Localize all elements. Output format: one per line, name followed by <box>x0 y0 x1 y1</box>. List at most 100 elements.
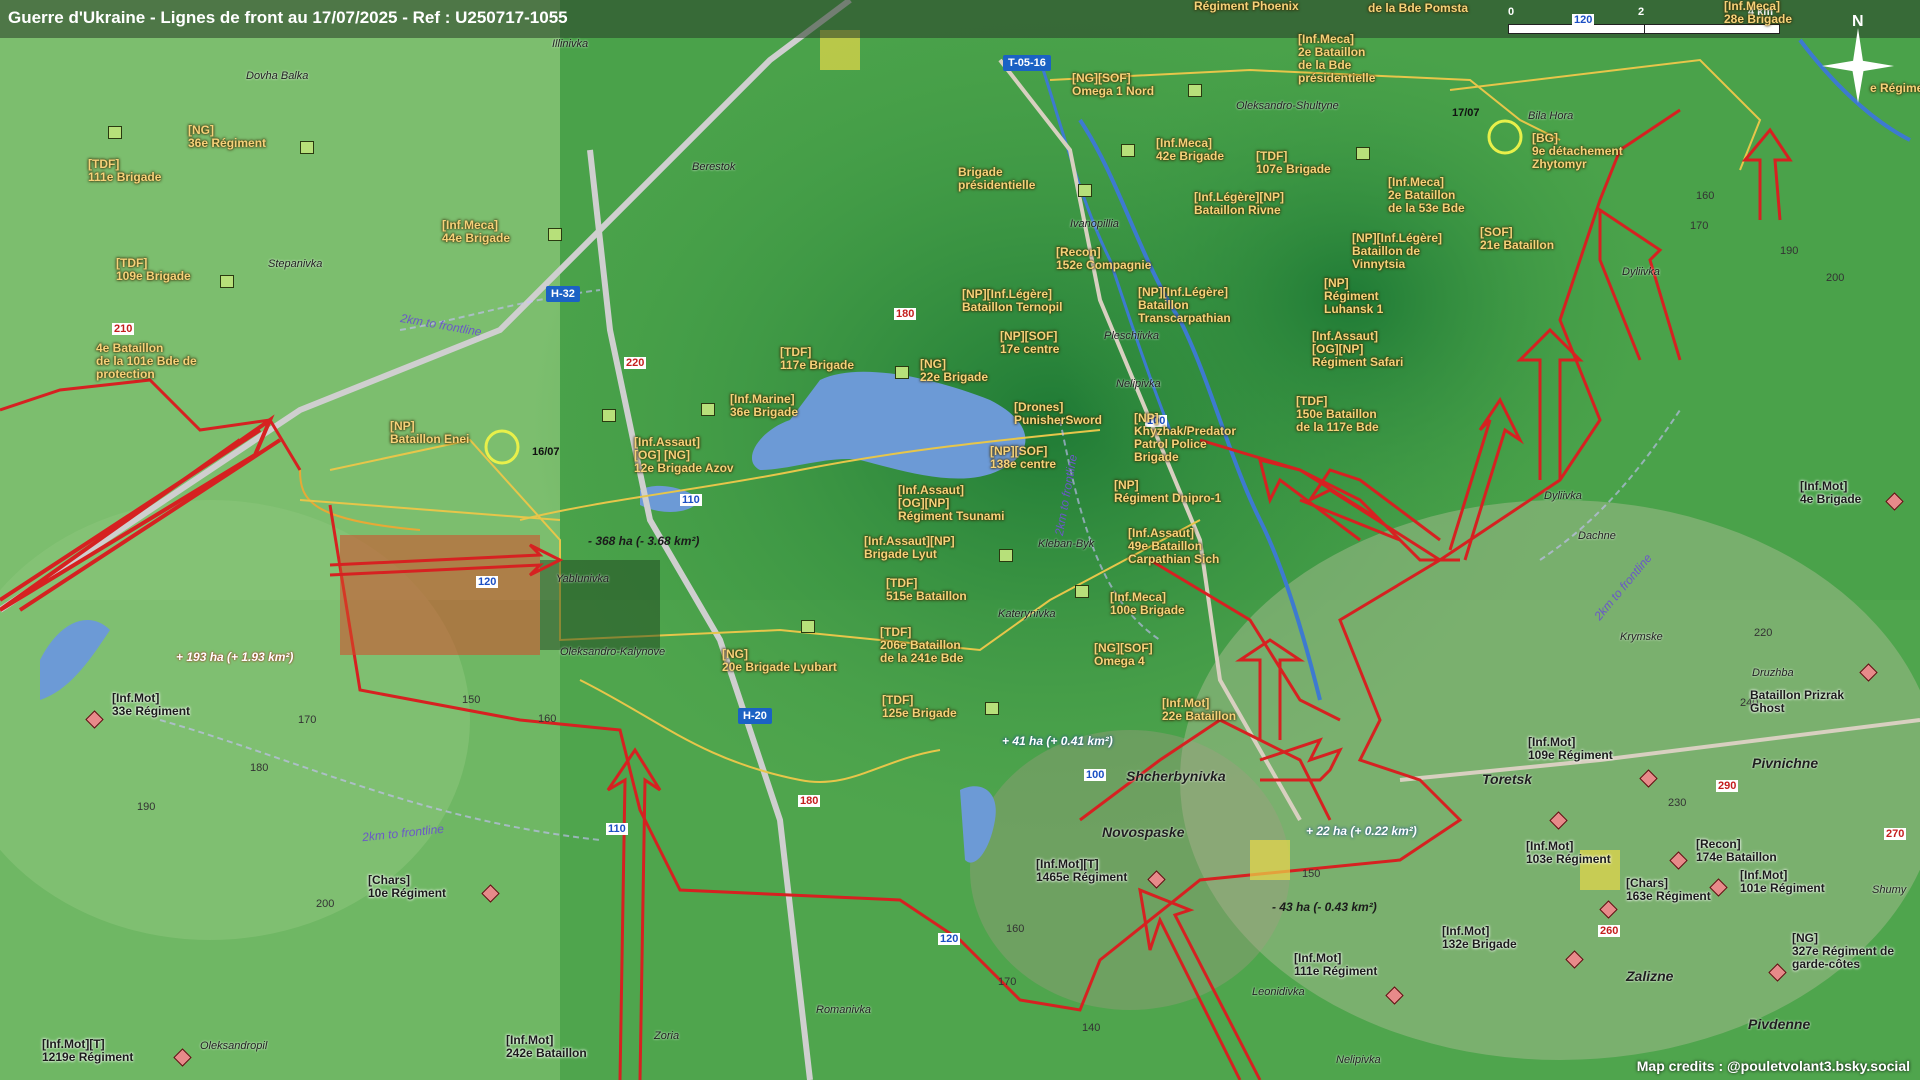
ua-unit-marker[interactable] <box>108 126 122 139</box>
town-berestok: Berestok <box>692 161 736 173</box>
ru-unit-label: [Inf.Mot] 109e Régiment <box>1528 735 1613 762</box>
town-romanivka: Romanivka <box>816 1004 872 1016</box>
alt-200-b: 200 <box>1826 272 1845 284</box>
ua-unit-label: [NG] 20e Brigade Lyubart <box>722 647 837 674</box>
alt-200: 200 <box>316 898 335 910</box>
ua-unit-marker[interactable] <box>1075 585 1089 598</box>
ua-unit-marker[interactable] <box>1121 144 1135 157</box>
ua-unit-label: [NP] Bataillon Enei <box>390 419 470 446</box>
town-zalizne: Zalizne <box>1626 968 1674 984</box>
alt-230: 230 <box>1668 797 1687 809</box>
ua-unit-label: [Inf.Meca] 2e Bataillon de la Bde présid… <box>1298 32 1376 85</box>
alt-260: 260 <box>1598 925 1621 937</box>
ua-unit-label: de la Bde Pomsta <box>1368 1 1469 15</box>
town-ivanopillia: Ivanopillia <box>1070 218 1119 230</box>
ua-unit-label: [NP] Régiment Luhansk 1 <box>1324 276 1384 316</box>
ua-unit-marker[interactable] <box>801 620 815 633</box>
ua-unit-label: [Inf.Marine] 36e Brigade <box>730 392 799 419</box>
ru-unit-label: [Inf.Mot] 101e Régiment <box>1740 868 1825 895</box>
ua-unit-label: [Inf.Meca] 42e Brigade <box>1156 136 1225 163</box>
ua-unit-marker[interactable] <box>999 549 1013 562</box>
ru-unit-label: [Inf.Mot][T] 1465e Régiment <box>1036 857 1128 884</box>
ua-unit-label: [NP][Inf.Légère] Bataillon Ternopil <box>962 287 1063 314</box>
ua-unit-marker[interactable] <box>300 141 314 154</box>
ua-unit-marker[interactable] <box>1188 84 1202 97</box>
alt-110: 110 <box>680 494 702 506</box>
town-novospaske: Novospaske <box>1102 824 1185 840</box>
ua-unit-label: [Inf.Assaut] 49e Bataillon Carpathian Si… <box>1128 526 1220 566</box>
ua-unit-label: [NG][SOF] Omega 1 Nord <box>1072 71 1155 98</box>
town-shumy: Shumy <box>1872 884 1907 896</box>
ua-unit-marker[interactable] <box>220 275 234 288</box>
road-t-05-16: T-05-16 <box>1003 55 1051 71</box>
town-pivnichne: Pivnichne <box>1752 755 1819 771</box>
alt-160-s: 160 <box>1006 923 1025 935</box>
ua-unit-label: [Inf.Meca] 100e Brigade <box>1110 590 1185 617</box>
town-zoria: Zoria <box>654 1030 680 1042</box>
town-druzhba: Druzhba <box>1752 667 1794 679</box>
ru-unit-label: [Inf.Mot] 103e Régiment <box>1526 839 1611 866</box>
ua-unit-label: [NP] Khyzhak/Predator Patrol Police Brig… <box>1134 411 1237 464</box>
ua-unit-marker[interactable] <box>1078 184 1092 197</box>
town-dachne: Dachne <box>1578 530 1616 542</box>
ua-unit-marker[interactable] <box>701 403 715 416</box>
terrain-map <box>0 0 1920 1080</box>
ua-unit-label: [TDF] 150e Bataillon de la 117e Bde <box>1296 394 1379 434</box>
ua-unit-label: [BG] 9e détachement Zhytomyr <box>1532 131 1623 171</box>
ua-unit-label: [Inf.Assaut] [OG][NP] Régiment Safari <box>1312 329 1404 369</box>
town-pleschiivka: Pleschiivka <box>1104 330 1160 342</box>
ua-unit-label: [Drones] PunisherSword <box>1014 400 1103 427</box>
ua-unit-label: [Inf.Assaut] [OG] [NG] 12e Brigade Azov <box>634 435 734 475</box>
ua-unit-label: [NG] 36e Régiment <box>188 123 267 150</box>
ru-unit-label: [Chars] 10e Régiment <box>368 873 447 900</box>
ua-unit-marker[interactable] <box>548 228 562 241</box>
alt-170-c: 170 <box>1690 220 1709 232</box>
alt-100-b: 100 <box>1084 769 1107 781</box>
ru-unit-label: [Recon] 174e Bataillon <box>1696 837 1777 864</box>
map-credits: Map credits : @pouletvolant3.bsky.social <box>1636 1058 1910 1074</box>
town-krymske: Krymske <box>1620 631 1663 643</box>
ru-unit-label: [Inf.Mot] 33e Régiment <box>112 691 191 718</box>
town-katerynivka: Katerynivka <box>998 608 1056 620</box>
alt-180: 180 <box>894 308 917 320</box>
town-kleban-byk: Kleban-Byk <box>1038 538 1095 550</box>
ua-unit-label: [NG] 22e Brigade <box>920 357 989 384</box>
ua-unit-label: [NP] Régiment Dnipro-1 <box>1114 478 1222 505</box>
ru-unit-label: [Chars] 163e Régiment <box>1626 876 1711 903</box>
alt-120-b: 120 <box>1572 14 1595 26</box>
ru-unit-label: [NG] 327e Régiment de garde-côtes <box>1792 931 1895 971</box>
alt-170: 170 <box>298 714 317 726</box>
ru-unit-label: [Inf.Mot][T] 1219e Régiment <box>42 1037 134 1064</box>
ua-unit-label: [NG][SOF] Omega 4 <box>1094 641 1153 668</box>
town-oleksandro-shultyne: Oleksandro-Shultyne <box>1236 100 1339 112</box>
ua-unit-marker[interactable] <box>895 366 909 379</box>
ua-unit-label: [Inf.Légère][NP] Bataillon Rivne <box>1194 190 1284 217</box>
town-shcherbynivka: Shcherbynivka <box>1126 768 1226 784</box>
alt-270: 270 <box>1884 828 1907 840</box>
ua-unit-label: e Régime <box>1870 81 1920 95</box>
ua-unit-label: [TDF] 125e Brigade <box>882 693 957 720</box>
ua-unit-marker[interactable] <box>985 702 999 715</box>
date-west: 16/07 <box>532 446 560 458</box>
ru-unit-label: [Inf.Mot] 242e Bataillon <box>506 1033 587 1060</box>
ru-unit-label: [Inf.Mot] 4e Brigade <box>1800 479 1862 506</box>
alt-190: 190 <box>137 801 156 813</box>
ru-unit-label: [Inf.Mot] 111e Régiment <box>1294 951 1378 978</box>
ua-unit-marker[interactable] <box>602 409 616 422</box>
ua-unit-label: [Inf.Mot] 22e Bataillon <box>1162 696 1237 723</box>
ua-unit-label: [TDF] 111e Brigade <box>88 157 162 184</box>
ua-unit-label: [NP][SOF] 138e centre <box>990 444 1057 471</box>
ua-unit-label: [Inf.Meca] 28e Brigade <box>1724 0 1793 26</box>
ua-unit-marker[interactable] <box>1356 147 1370 160</box>
ua-unit-label: [TDF] 117e Brigade <box>780 345 855 372</box>
alt-290: 290 <box>1716 780 1739 792</box>
scale-mid: 2 <box>1638 6 1645 18</box>
town-oleksandro-kalynove: Oleksandro-Kalynove <box>560 646 666 658</box>
alt-170-s: 170 <box>998 976 1017 988</box>
gain-label-5: - 43 ha (- 0.43 km²) <box>1272 900 1377 914</box>
town-pivdenne: Pivdenne <box>1748 1016 1811 1032</box>
ua-unit-label: [Inf.Assaut][NP] Brigade Lyut <box>864 534 955 561</box>
gain-label-2: + 193 ha (+ 1.93 km²) <box>176 650 294 664</box>
ua-unit-label: [TDF] 515e Bataillon <box>886 576 967 603</box>
ua-unit-label: [NP][Inf.Légère] Bataillon Transcarpathi… <box>1138 285 1231 325</box>
